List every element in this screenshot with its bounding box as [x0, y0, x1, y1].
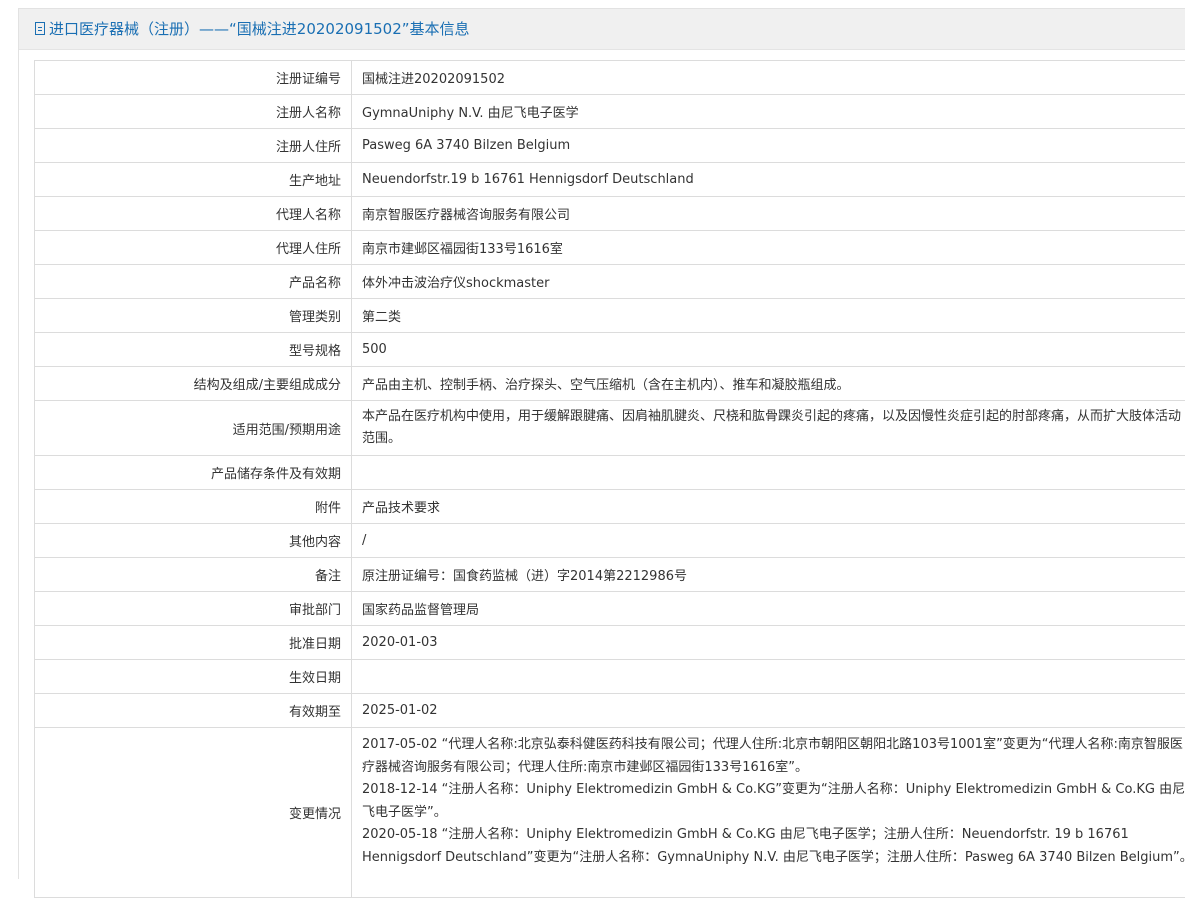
- table-row: 产品储存条件及有效期: [35, 456, 1185, 490]
- table-row-changes: 变更情况 2017-05-02 “代理人名称:北京弘泰科健医药科技有限公司；代理…: [35, 728, 1185, 898]
- row-value: [352, 660, 1185, 694]
- row-label: 代理人名称: [35, 197, 352, 231]
- table-row: 其他内容 /: [35, 524, 1185, 558]
- row-label: 有效期至: [35, 694, 352, 728]
- row-value: 第二类: [352, 299, 1185, 333]
- info-table: 注册证编号 国械注进20202091502 注册人名称 GymnaUniphy …: [34, 60, 1185, 898]
- row-label: 代理人住所: [35, 231, 352, 265]
- table-row: 有效期至 2025-01-02: [35, 694, 1185, 728]
- panel-body: 注册证编号 国械注进20202091502 注册人名称 GymnaUniphy …: [19, 50, 1185, 879]
- table-row: 适用范围/预期用途 本产品在医疗机构中使用，用于缓解跟腱痛、因肩袖肌腱炎、尺桡和…: [35, 401, 1185, 456]
- row-value: Pasweg 6A 3740 Bilzen Belgium: [352, 129, 1185, 163]
- change-history: 2017-05-02 “代理人名称:北京弘泰科健医药科技有限公司；代理人住所:北…: [352, 728, 1185, 898]
- row-value: 本产品在医疗机构中使用，用于缓解跟腱痛、因肩袖肌腱炎、尺桡和肱骨踝炎引起的疼痛，…: [352, 401, 1185, 456]
- info-panel: 进口医疗器械（注册）——“国械注进20202091502”基本信息 注册证编号 …: [18, 8, 1185, 879]
- row-label: 注册人名称: [35, 95, 352, 129]
- row-label: 产品名称: [35, 265, 352, 299]
- row-value: 500: [352, 333, 1185, 367]
- page-title: 进口医疗器械（注册）——“国械注进20202091502”基本信息: [49, 20, 470, 38]
- table-row: 附件 产品技术要求: [35, 490, 1185, 524]
- row-label: 结构及组成/主要组成成分: [35, 367, 352, 401]
- table-row: 产品名称 体外冲击波治疗仪shockmaster: [35, 265, 1185, 299]
- row-value: 南京市建邺区福园街133号1616室: [352, 231, 1185, 265]
- row-value: GymnaUniphy N.V. 由尼飞电子医学: [352, 95, 1185, 129]
- table-row: 审批部门 国家药品监督管理局: [35, 592, 1185, 626]
- row-label: 变更情况: [35, 728, 352, 898]
- row-label: 适用范围/预期用途: [35, 401, 352, 456]
- row-value: 国家药品监督管理局: [352, 592, 1185, 626]
- table-row: 生产地址 Neuendorfstr.19 b 16761 Hennigsdorf…: [35, 163, 1185, 197]
- row-value: /: [352, 524, 1185, 558]
- row-value: 产品由主机、控制手柄、治疗探头、空气压缩机（含在主机内）、推车和凝胶瓶组成。: [352, 367, 1185, 401]
- row-label: 注册人住所: [35, 129, 352, 163]
- row-label: 其他内容: [35, 524, 352, 558]
- row-value: 国械注进20202091502: [352, 61, 1185, 95]
- row-value: 南京智服医疗器械咨询服务有限公司: [352, 197, 1185, 231]
- table-row: 型号规格 500: [35, 333, 1185, 367]
- row-value: 2020-01-03: [352, 626, 1185, 660]
- row-label: 审批部门: [35, 592, 352, 626]
- row-label: 附件: [35, 490, 352, 524]
- row-label: 注册证编号: [35, 61, 352, 95]
- table-row: 结构及组成/主要组成成分 产品由主机、控制手柄、治疗探头、空气压缩机（含在主机内…: [35, 367, 1185, 401]
- row-label: 生效日期: [35, 660, 352, 694]
- row-label: 备注: [35, 558, 352, 592]
- table-row: 代理人住所 南京市建邺区福园街133号1616室: [35, 231, 1185, 265]
- panel-header: 进口医疗器械（注册）——“国械注进20202091502”基本信息: [19, 9, 1185, 50]
- change-entry: 2020-05-18 “注册人名称：Uniphy Elektromedizin …: [362, 824, 1185, 869]
- row-label: 生产地址: [35, 163, 352, 197]
- row-label: 批准日期: [35, 626, 352, 660]
- table-row: 注册人名称 GymnaUniphy N.V. 由尼飞电子医学: [35, 95, 1185, 129]
- document-icon: [35, 22, 45, 35]
- table-row: 代理人名称 南京智服医疗器械咨询服务有限公司: [35, 197, 1185, 231]
- row-label: 产品储存条件及有效期: [35, 456, 352, 490]
- table-row: 注册证编号 国械注进20202091502: [35, 61, 1185, 95]
- change-entry: 2018-12-14 “注册人名称：Uniphy Elektromedizin …: [362, 779, 1185, 824]
- row-label: 型号规格: [35, 333, 352, 367]
- table-row: 注册人住所 Pasweg 6A 3740 Bilzen Belgium: [35, 129, 1185, 163]
- row-value: [352, 456, 1185, 490]
- table-row: 管理类别 第二类: [35, 299, 1185, 333]
- row-value: Neuendorfstr.19 b 16761 Hennigsdorf Deut…: [352, 163, 1185, 197]
- row-value: 产品技术要求: [352, 490, 1185, 524]
- row-value: 体外冲击波治疗仪shockmaster: [352, 265, 1185, 299]
- table-row: 生效日期: [35, 660, 1185, 694]
- row-value: 原注册证编号：国食药监械（进）字2014第2212986号: [352, 558, 1185, 592]
- change-entry: 2017-05-02 “代理人名称:北京弘泰科健医药科技有限公司；代理人住所:北…: [362, 734, 1185, 779]
- row-value: 2025-01-02: [352, 694, 1185, 728]
- table-row: 批准日期 2020-01-03: [35, 626, 1185, 660]
- row-label: 管理类别: [35, 299, 352, 333]
- table-row: 备注 原注册证编号：国食药监械（进）字2014第2212986号: [35, 558, 1185, 592]
